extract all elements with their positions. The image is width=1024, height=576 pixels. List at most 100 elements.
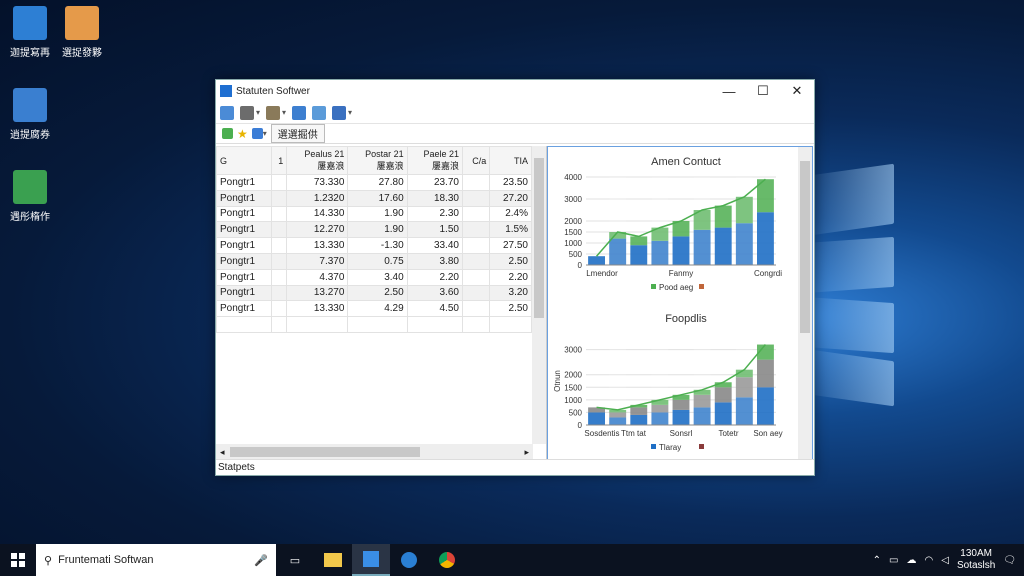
grid-header-cell[interactable]: Paele 21 屢嘉浪 xyxy=(406,146,463,175)
grid-horizontal-scrollbar[interactable]: ◂ ▸ xyxy=(216,444,533,460)
grid-cell[interactable]: 23.70 xyxy=(406,174,463,191)
task-view-button[interactable]: ▭ xyxy=(276,544,314,576)
wifi-icon[interactable]: ◠ xyxy=(925,555,934,566)
grid-cell[interactable]: -1.30 xyxy=(347,237,408,254)
table-row[interactable]: Pongtr1 73.330 27.80 23.70 23.50 xyxy=(216,174,532,191)
data-grid[interactable]: G 1 Pealus 21 屢嘉浪 Postar 21 屢嘉浪 Paele 21 屢嘉浪… xyxy=(216,146,532,333)
grid-header-cell[interactable]: Pealus 21 屢嘉浪 xyxy=(286,146,349,175)
charts-vertical-scrollbar[interactable] xyxy=(798,147,812,459)
desktop-icon-1[interactable]: 迦提寫再 xyxy=(0,6,60,59)
grid-header-cell[interactable]: 1 xyxy=(270,146,288,175)
title-bar[interactable]: Statuten Softwer — ☐ ✕ xyxy=(216,80,814,102)
grid-cell[interactable]: 1.5% xyxy=(489,221,532,239)
grid-cell[interactable]: 2.50 xyxy=(489,300,532,318)
app-taskbar-button[interactable] xyxy=(352,544,390,576)
grid-cell[interactable]: 3.40 xyxy=(347,268,408,286)
table-icon[interactable] xyxy=(266,105,281,120)
maximize-button[interactable]: ☐ xyxy=(746,80,780,102)
grid-cell[interactable]: Pongtr1 xyxy=(216,252,272,270)
grid-header-cell[interactable]: G xyxy=(216,146,272,175)
grid-header-cell[interactable]: C/a xyxy=(461,146,491,175)
table-row[interactable]: Pongtr1 14.330 1.90 2.30 2.4% xyxy=(216,205,532,223)
home-icon[interactable] xyxy=(222,128,233,139)
search-box[interactable]: ⚲ Fruntemati Softwan 🎤 xyxy=(36,544,276,576)
chevron-down-icon[interactable]: ▾ xyxy=(282,108,286,117)
grid-cell[interactable] xyxy=(489,316,532,333)
grid-cell[interactable] xyxy=(461,237,491,254)
grid-cell[interactable]: 23.50 xyxy=(489,174,532,191)
network-icon[interactable]: ☁ xyxy=(907,555,917,566)
grid-cell[interactable] xyxy=(216,316,272,333)
notification-icon[interactable]: 🗨 xyxy=(1003,555,1016,566)
volume-icon[interactable]: ◁ xyxy=(941,555,949,566)
grid-cell[interactable] xyxy=(461,268,491,286)
edge-button[interactable] xyxy=(390,544,428,576)
table-row[interactable]: Pongtr1 7.370 0.75 3.80 2.50 xyxy=(216,252,532,270)
grid-cell[interactable] xyxy=(461,252,491,270)
file-explorer-button[interactable] xyxy=(314,544,352,576)
grid-cell[interactable] xyxy=(270,221,288,239)
grid-cell[interactable] xyxy=(461,174,491,191)
grid-cell[interactable]: 4.50 xyxy=(406,300,463,318)
chevron-up-icon[interactable]: ⌃ xyxy=(873,555,881,566)
grid-cell[interactable]: 0.75 xyxy=(347,252,408,270)
grid-cell[interactable]: 4.29 xyxy=(347,300,408,318)
grid-cell[interactable]: 2.20 xyxy=(489,268,532,286)
grid-cell[interactable]: 2.4% xyxy=(489,205,532,223)
tools-icon[interactable] xyxy=(292,105,307,120)
table-row[interactable]: Pongtr1 13.330 -1.30 33.40 27.50 xyxy=(216,237,532,254)
table-row[interactable]: Pongtr1 13.330 4.29 4.50 2.50 xyxy=(216,300,532,318)
grid-cell[interactable] xyxy=(270,237,288,254)
grid-cell[interactable]: 1.90 xyxy=(347,221,408,239)
edit-icon[interactable] xyxy=(240,105,254,120)
grid-cell[interactable]: 1.50 xyxy=(406,221,463,239)
grid-cell[interactable] xyxy=(286,316,349,333)
chevron-down-icon[interactable]: ▾ xyxy=(348,108,352,117)
grid-cell[interactable]: 13.270 xyxy=(286,284,349,302)
star-icon[interactable]: ★ xyxy=(237,127,248,141)
save-icon[interactable] xyxy=(332,105,347,120)
grid-cell[interactable] xyxy=(270,205,288,223)
grid-cell[interactable]: Pongtr1 xyxy=(216,174,272,191)
grid-cell[interactable]: 73.330 xyxy=(286,174,349,191)
grid-cell[interactable]: 33.40 xyxy=(406,237,463,254)
grid-cell[interactable]: Pongtr1 xyxy=(216,237,272,254)
chevron-down-icon[interactable]: ▾ xyxy=(263,129,267,138)
start-button[interactable] xyxy=(0,544,36,576)
grid-cell[interactable]: 3.60 xyxy=(406,284,463,302)
grid-cell[interactable] xyxy=(347,316,408,333)
grid-cell[interactable]: 27.50 xyxy=(489,237,532,254)
grid-cell[interactable]: Pongtr1 xyxy=(216,284,272,302)
grid-header-cell[interactable]: TIA xyxy=(489,146,532,175)
grid-cell[interactable]: 18.30 xyxy=(406,189,463,207)
desktop-icon-3[interactable]: 逍提腐券 xyxy=(0,88,60,141)
table-row[interactable]: Pongtr1 13.270 2.50 3.60 3.20 xyxy=(216,284,532,302)
grid-cell[interactable]: 7.370 xyxy=(286,252,349,270)
link-icon[interactable] xyxy=(312,105,327,120)
grid-cell[interactable]: 27.80 xyxy=(347,174,408,191)
grid-cell[interactable]: 3.80 xyxy=(406,252,463,270)
grid-cell[interactable]: 2.50 xyxy=(347,284,408,302)
grid-cell[interactable] xyxy=(461,205,491,223)
chrome-button[interactable] xyxy=(428,544,466,576)
grid-cell[interactable] xyxy=(270,300,288,318)
grid-cell[interactable]: 1.2320 xyxy=(286,189,349,207)
grid-cell[interactable]: 2.20 xyxy=(406,268,463,286)
desktop-icon-2[interactable]: 選捉發夥 xyxy=(52,6,112,59)
grid-cell[interactable]: Pongtr1 xyxy=(216,205,272,223)
grid-cell[interactable]: 14.330 xyxy=(286,205,349,223)
grid-cell[interactable]: 4.370 xyxy=(286,268,349,286)
table-row[interactable] xyxy=(216,316,532,333)
scroll-right-icon[interactable]: ▸ xyxy=(524,447,529,458)
table-row[interactable]: Pongtr1 12.270 1.90 1.50 1.5% xyxy=(216,221,532,239)
grid-cell[interactable] xyxy=(461,284,491,302)
grid-cell[interactable] xyxy=(270,284,288,302)
scroll-thumb[interactable] xyxy=(230,447,420,457)
grid-vertical-scrollbar[interactable] xyxy=(532,146,546,444)
scroll-left-icon[interactable]: ◂ xyxy=(220,447,225,458)
new-file-icon[interactable] xyxy=(220,105,234,120)
nav-tab[interactable]: 選選掘供 xyxy=(270,124,325,143)
minimize-button[interactable]: — xyxy=(712,80,746,102)
grid-cell[interactable]: 2.50 xyxy=(489,252,532,270)
grid-cell[interactable]: 13.330 xyxy=(286,237,349,254)
